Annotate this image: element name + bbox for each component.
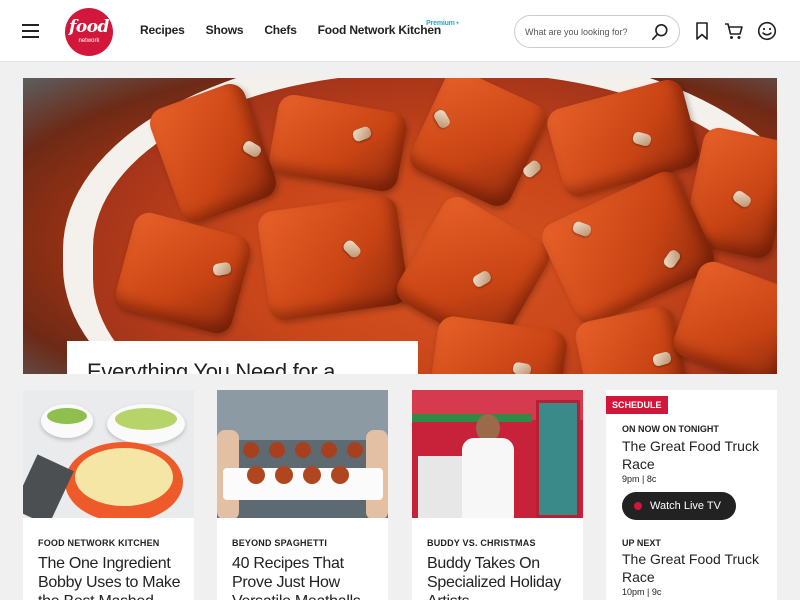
live-dot-icon <box>634 502 642 510</box>
article-card[interactable]: BUDDY VS. CHRISTMAS Buddy Takes On Speci… <box>412 390 583 600</box>
food-network-logo[interactable]: food network <box>65 8 113 56</box>
premium-tag: Premium <box>426 15 459 33</box>
watch-live-label: Watch Live TV <box>650 500 721 512</box>
logo-text: food <box>69 17 109 37</box>
article-card[interactable]: FOOD NETWORK KITCHEN The One Ingredient … <box>23 390 194 600</box>
up-next-label: UP NEXT <box>622 538 661 548</box>
buddy-christmas-image <box>412 390 583 518</box>
mashed-potatoes-image <box>23 390 194 518</box>
site-header: food network Recipes Shows Chefs Food Ne… <box>0 0 800 62</box>
search-input[interactable] <box>525 24 643 40</box>
next-show-title[interactable]: The Great Food Truck Race <box>622 550 772 586</box>
bookmark-icon[interactable] <box>692 21 712 41</box>
card-title: The One Ingredient Bobby Uses to Make th… <box>38 555 181 600</box>
card-title: Buddy Takes On Specialized Holiday Artis… <box>427 555 561 600</box>
search-box <box>514 15 680 48</box>
hero-food-image <box>93 78 777 374</box>
schedule-panel: SCHEDULE ON NOW ON TONIGHT The Great Foo… <box>606 390 777 600</box>
article-card[interactable]: BEYOND SPAGHETTI 40 Recipes That Prove J… <box>217 390 388 600</box>
nav-fnk-label: Food Network Kitchen <box>317 23 442 37</box>
card-kicker: BEYOND SPAGHETTI <box>232 538 328 548</box>
card-title: 40 Recipes That Prove Just How Versatile… <box>232 555 361 600</box>
card-kicker: BUDDY VS. CHRISTMAS <box>427 538 536 548</box>
schedule-badge[interactable]: SCHEDULE <box>606 396 668 414</box>
watch-live-tv-button[interactable]: Watch Live TV <box>622 492 736 520</box>
nav-food-network-kitchen[interactable]: Food Network Kitchen Premium <box>317 20 455 39</box>
nav-recipes[interactable]: Recipes <box>140 21 185 39</box>
nav-chefs[interactable]: Chefs <box>264 21 297 39</box>
logo-subtext: network <box>78 38 100 44</box>
main-nav: Recipes Shows Chefs Food Network Kitchen… <box>140 20 462 39</box>
on-now-label: ON NOW ON TONIGHT <box>622 424 719 434</box>
now-show-title[interactable]: The Great Food Truck Race <box>622 437 772 473</box>
hero-title-card[interactable]: Everything You Need for a Southern-Style… <box>67 341 418 374</box>
cart-icon[interactable] <box>724 21 744 41</box>
user-icon[interactable] <box>757 21 777 41</box>
nav-shows[interactable]: Shows <box>206 21 244 39</box>
meatballs-image <box>217 390 388 518</box>
next-show-time: 10pm | 9c <box>622 587 662 597</box>
now-show-time: 9pm | 8c <box>622 474 657 484</box>
hero-title: Everything You Need for a Southern-Style… <box>87 359 336 374</box>
card-kicker: FOOD NETWORK KITCHEN <box>38 538 160 548</box>
hero-banner[interactable]: Everything You Need for a Southern-Style… <box>23 78 777 374</box>
menu-icon[interactable] <box>22 24 39 38</box>
search-icon[interactable] <box>651 23 669 41</box>
